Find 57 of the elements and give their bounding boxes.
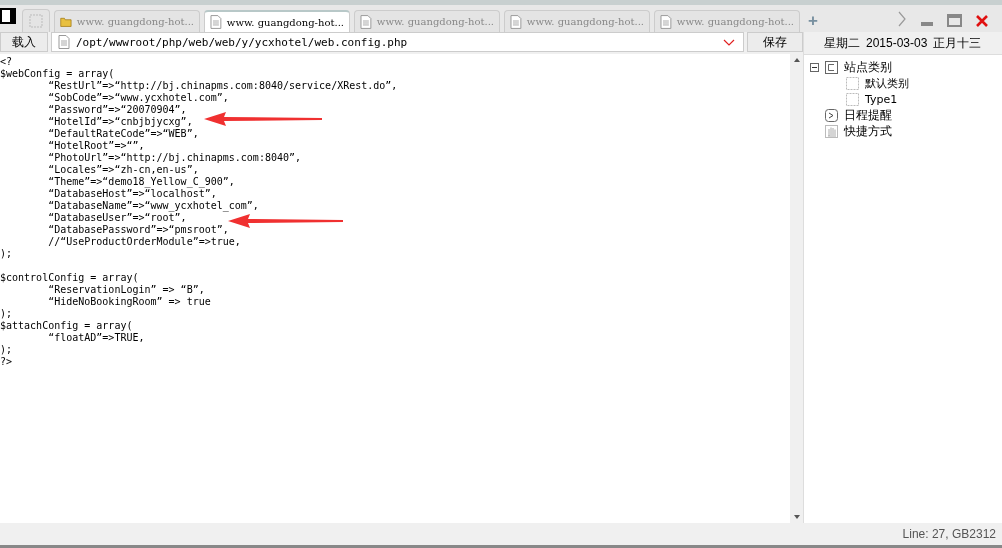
code-line: “Locales”=>“zh-cn,en-us”, — [47, 164, 199, 176]
code-line: “DatabaseUser”=>“root”, — [47, 212, 187, 224]
document-icon — [58, 35, 70, 49]
close-icon[interactable] — [976, 15, 988, 27]
dropdown-caret-icon[interactable] — [723, 38, 735, 46]
code-line: “Theme”=>“demo18_Yellow_C_900”, — [47, 176, 235, 188]
dashed-square-icon — [846, 92, 859, 106]
status-text: Line: 27, GB2312 — [902, 527, 996, 541]
code-line: “DatabasePassword”=>“pmsroot”, — [47, 224, 229, 236]
chevron-right-icon[interactable] — [897, 11, 907, 27]
hand-icon — [825, 124, 838, 138]
lunar-date-label: 正月十三 — [933, 34, 982, 52]
document-icon — [360, 14, 372, 29]
code-line: “ReservationLogin” => “B”, — [47, 284, 205, 296]
code-line: “HotelRoot”=>“”, — [47, 140, 145, 152]
code-line: “PhotoUrl”=>“http://bj.chinapms.com:8040”, — [47, 152, 302, 164]
scroll-down-icon[interactable] — [793, 515, 800, 519]
tree-item[interactable]: Type1 — [865, 92, 898, 106]
code-line: “RestUrl”=>“http://bj.chinapms.com:8040/service/XRest.do”, — [47, 80, 398, 92]
scroll-up-icon[interactable] — [793, 58, 800, 62]
code-line: //“UseProductOrderModule”=>true, — [47, 236, 241, 248]
tree-item[interactable]: 默认类别 — [865, 75, 909, 91]
code-line: “floatAD”=>TRUE, — [47, 332, 145, 344]
code-line: “DefaultRateCode”=>“WEB”, — [47, 128, 199, 140]
load-button[interactable]: 载入 — [0, 32, 48, 52]
code-line: ?> — [0, 356, 13, 368]
document-icon — [510, 14, 522, 29]
vertical-scrollbar[interactable] — [790, 54, 803, 523]
tree-item[interactable]: 站点类别 — [844, 58, 892, 76]
panel-toggle-icon[interactable] — [0, 8, 16, 24]
path-field[interactable]: /opt/wwwroot/php/web/web/y/ycxhotel/web.config.php — [51, 32, 744, 52]
code-line: “HotelId”=>“cnbjbjycxg”, — [47, 116, 193, 128]
code-line: ); — [0, 344, 13, 356]
code-line: “SobCode”=>“www.ycxhotel.com”, — [47, 92, 229, 104]
code-line: $attachConfig = array( — [0, 320, 133, 332]
tree-item[interactable]: 日程提醒 — [844, 106, 892, 124]
weekday-label: 星期二 — [824, 34, 860, 52]
code-line: $webConfig = array( — [0, 68, 115, 80]
clock-icon — [825, 108, 838, 122]
code-line: “DatabaseName”=>“www_ycxhotel_com”, — [47, 200, 259, 212]
tree-item[interactable]: 快捷方式 — [844, 122, 892, 140]
category-icon — [825, 60, 838, 74]
file-tab[interactable]: www. guangdong-hot... — [204, 10, 350, 32]
code-line: “DatabaseHost”=>“localhost”, — [47, 188, 217, 200]
maximize-icon[interactable] — [947, 14, 962, 27]
collapse-icon[interactable] — [810, 62, 819, 72]
code-line: ); — [0, 308, 13, 320]
code-line: ); — [0, 248, 13, 260]
code-line: “Password”=>“20070904”, — [47, 104, 187, 116]
code-line: $controlConfig = array( — [0, 272, 139, 284]
save-button[interactable]: 保存 — [747, 32, 803, 52]
code-line: <? — [0, 56, 13, 68]
date-label: 2015-03-03 — [866, 36, 928, 50]
code-line: “HideNoBookingRoom” => true — [47, 296, 211, 308]
dashed-square-icon — [846, 76, 859, 90]
document-icon — [210, 15, 222, 29]
document-icon — [660, 14, 672, 29]
